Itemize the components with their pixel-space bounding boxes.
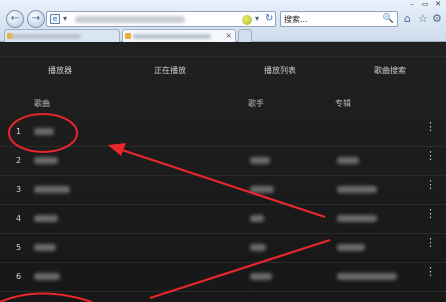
chevron-down-icon[interactable]: ▾ [63,13,67,25]
tab-favicon-icon [125,33,131,39]
song-row-3[interactable]: 3 ⋮ [0,176,446,205]
close-tab-icon[interactable]: × [225,31,232,41]
address-dropdown-icon[interactable]: ▾ [255,13,259,25]
music-player-page: 播放器 正在播放 播放列表 歌曲搜索 歌曲 歌手 专辑 1 ⋮ 2 ⋮ 3 ⋮ … [0,43,446,302]
nav-now-playing[interactable]: 正在播放 [130,63,210,79]
window-controls: – ▭ ✕ [406,0,444,9]
album-redacted [337,186,377,193]
security-icon[interactable] [242,15,252,25]
new-tab-button[interactable] [238,29,252,42]
browser-tab-2[interactable]: × [122,29,236,42]
row-number: 6 [16,272,22,281]
song-row-1[interactable]: 1 ⋮ [0,118,446,147]
song-row-2[interactable]: 2 ⋮ [0,147,446,176]
song-title-redacted [34,273,60,280]
artist-redacted [250,244,266,251]
nav-playlist[interactable]: 播放列表 [240,63,320,79]
favorites-icon[interactable]: ☆ [418,11,428,27]
album-redacted [337,215,377,222]
tab-strip: × [0,29,446,42]
album-redacted [337,244,365,251]
minimize-button[interactable]: – [406,0,418,9]
close-window-button[interactable]: ✕ [432,0,444,9]
address-bar[interactable]: e ▾ ▾ ↻ [46,11,276,27]
column-header-album: 专辑 [335,99,351,108]
search-input[interactable] [284,13,382,26]
more-options-icon[interactable]: ⋮ [425,179,436,198]
browser-chrome: – ▭ ✕ ← → e ▾ ▾ ↻ 🔍 ⌂ ☆ ⚙ × [0,0,446,42]
song-title-redacted [34,157,58,164]
nav-song-search[interactable]: 歌曲搜索 [350,63,430,79]
player-top-nav: 播放器 正在播放 播放列表 歌曲搜索 [0,63,446,79]
row-number: 4 [16,214,22,223]
home-icon[interactable]: ⌂ [404,11,411,27]
song-title-redacted [34,244,56,251]
row-number: 5 [16,243,22,252]
artist-redacted [250,215,264,222]
row-number: 3 [16,185,22,194]
more-options-icon[interactable]: ⋮ [425,150,436,169]
more-options-icon[interactable]: ⋮ [425,266,436,285]
browser-tab-1[interactable] [4,29,120,42]
tab-title-redacted [133,34,211,39]
nav-player[interactable]: 播放器 [20,63,100,79]
song-row-6[interactable]: 6 ⋮ [0,263,446,292]
divider [0,56,446,57]
song-row-4[interactable]: 4 ⋮ [0,205,446,234]
back-button[interactable]: ← [6,10,24,28]
more-options-icon[interactable]: ⋮ [425,208,436,227]
column-header-song: 歌曲 [34,99,50,108]
refresh-icon[interactable]: ↻ [265,12,273,25]
song-title-redacted [34,186,70,193]
gear-icon[interactable]: ⚙ [432,11,442,27]
song-title-redacted [34,215,58,222]
forward-button[interactable]: → [27,10,45,28]
maximize-button[interactable]: ▭ [419,0,431,9]
artist-redacted [250,273,272,280]
row-divider [0,291,446,292]
more-options-icon[interactable]: ⋮ [425,121,436,140]
tab-title-redacted [11,34,81,39]
row-number: 2 [16,156,22,165]
column-header-artist: 歌手 [248,99,264,108]
artist-redacted [250,186,274,193]
row-number: 1 [16,127,22,136]
address-url-redacted [75,16,185,23]
artist-redacted [250,157,270,164]
search-box[interactable]: 🔍 [280,11,398,27]
song-row-5[interactable]: 5 ⋮ [0,234,446,263]
album-redacted [337,157,359,164]
song-title-redacted [34,128,54,135]
album-redacted [337,273,397,280]
more-options-icon[interactable]: ⋮ [425,237,436,256]
site-icon: e [50,14,60,24]
search-icon[interactable]: 🔍 [383,13,394,25]
